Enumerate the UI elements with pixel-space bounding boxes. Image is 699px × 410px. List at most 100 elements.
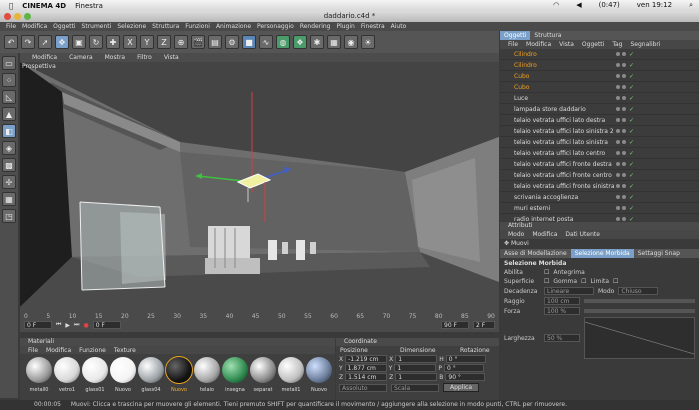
enabled-check-icon[interactable]: ✓ bbox=[629, 183, 634, 190]
materials-menu-item[interactable]: File bbox=[28, 347, 38, 354]
object-row[interactable]: telaio vetrata uffici fronte sinistra ✓ bbox=[500, 181, 699, 192]
enabled-check-icon[interactable]: ✓ bbox=[629, 139, 634, 146]
enabled-check-icon[interactable]: ✓ bbox=[629, 73, 634, 80]
render-dot[interactable] bbox=[622, 206, 626, 210]
menu-item[interactable]: Strumenti bbox=[82, 23, 112, 30]
tab-settaggi-snap[interactable]: Settaggi Snap bbox=[634, 249, 684, 258]
falloff-graph[interactable] bbox=[584, 317, 695, 359]
polygons-mode-icon[interactable]: ▲ bbox=[2, 107, 16, 121]
attributes-menu-item[interactable]: Dati Utente bbox=[565, 231, 600, 238]
x-axis-icon[interactable]: X bbox=[123, 35, 137, 49]
render-dot[interactable] bbox=[622, 63, 626, 67]
render-view-icon[interactable]: 🎬 bbox=[191, 35, 205, 49]
object-row[interactable]: Luce ✓ bbox=[500, 93, 699, 104]
rotate-icon[interactable]: ↻ bbox=[89, 35, 103, 49]
enabled-check-icon[interactable]: ✓ bbox=[629, 172, 634, 179]
viewport-menu-item[interactable]: Modifica bbox=[32, 54, 57, 61]
viewport-menu-item[interactable]: Camera bbox=[69, 54, 93, 61]
rotation-field[interactable]: 90 ° bbox=[445, 373, 486, 381]
material-swatch[interactable]: metall1 bbox=[276, 356, 304, 393]
wifi-icon[interactable]: ◠ bbox=[553, 1, 559, 10]
forza-field[interactable]: 100 % bbox=[544, 307, 580, 315]
object-row[interactable]: Cilindro ✓ bbox=[500, 49, 699, 60]
edges-mode-icon[interactable]: ◺ bbox=[2, 90, 16, 104]
material-swatch[interactable]: telaio bbox=[192, 356, 220, 393]
deformer-icon[interactable]: ✱ bbox=[310, 35, 324, 49]
menu-item[interactable]: Struttura bbox=[152, 23, 179, 30]
size-mode-select[interactable]: Scala bbox=[391, 383, 439, 392]
visibility-dot[interactable] bbox=[616, 184, 620, 188]
nurbs-icon[interactable]: ◍ bbox=[276, 35, 290, 49]
z-axis-icon[interactable]: Z bbox=[157, 35, 171, 49]
object-mode-icon[interactable]: ◈ bbox=[2, 141, 16, 155]
redo-icon[interactable]: ↷ bbox=[21, 35, 35, 49]
render-dot[interactable] bbox=[622, 74, 626, 78]
cube-icon[interactable]: ■ bbox=[242, 35, 256, 49]
menu-item[interactable]: Modifica bbox=[22, 23, 47, 30]
objects-menu-item[interactable]: Segnalibri bbox=[631, 41, 661, 48]
enabled-check-icon[interactable]: ✓ bbox=[629, 95, 634, 102]
attributes-menu-item[interactable]: Modifica bbox=[532, 231, 557, 238]
minimize-icon[interactable] bbox=[14, 13, 21, 20]
render-dot[interactable] bbox=[622, 85, 626, 89]
objects-menu-item[interactable]: Modifica bbox=[526, 41, 551, 48]
current-frame-field[interactable]: 2 F bbox=[473, 321, 495, 329]
spline-icon[interactable]: ∿ bbox=[259, 35, 273, 49]
viewport-menu-item[interactable]: Mostra bbox=[105, 54, 125, 61]
visibility-dot[interactable] bbox=[616, 162, 620, 166]
superficie-checkbox[interactable]: ☐ bbox=[544, 278, 549, 285]
object-row[interactable]: telaio vetrata uffici lato centro ✓ bbox=[500, 148, 699, 159]
visibility-dot[interactable] bbox=[616, 173, 620, 177]
object-row[interactable]: telaio vetrata uffici fronte destra ✓ bbox=[500, 159, 699, 170]
select-arrow-icon[interactable]: ➚ bbox=[38, 35, 52, 49]
enabled-check-icon[interactable]: ✓ bbox=[629, 194, 634, 201]
menu-item[interactable]: Personaggio bbox=[257, 23, 294, 30]
render-dot[interactable] bbox=[622, 118, 626, 122]
environment-icon[interactable]: ▦ bbox=[327, 35, 341, 49]
use-camera-icon[interactable]: ▭ bbox=[2, 56, 16, 70]
position-field[interactable]: -1.219 cm bbox=[345, 355, 388, 363]
undo-icon[interactable]: ↶ bbox=[4, 35, 18, 49]
object-row[interactable]: telaio vetrata uffici lato sinistra 2 ✓ bbox=[500, 126, 699, 137]
render-dot[interactable] bbox=[622, 173, 626, 177]
forza-slider[interactable] bbox=[584, 309, 695, 313]
render-dot[interactable] bbox=[622, 217, 626, 221]
render-dot[interactable] bbox=[622, 52, 626, 56]
record-icon[interactable]: ● bbox=[83, 322, 88, 329]
object-row[interactable]: telaio vetrata uffici fronte centro ✓ bbox=[500, 170, 699, 181]
render-dot[interactable] bbox=[622, 184, 626, 188]
decadenza-select[interactable]: Lineare bbox=[544, 287, 594, 295]
3d-viewport[interactable] bbox=[20, 62, 499, 312]
object-row[interactable]: telaio vetrata uffici lato sinistra ✓ bbox=[500, 137, 699, 148]
app-name[interactable]: CINEMA 4D bbox=[22, 2, 66, 10]
animation-mode-icon[interactable]: ◳ bbox=[2, 209, 16, 223]
material-swatch[interactable]: metall0 bbox=[24, 356, 52, 393]
menu-item[interactable]: Aiuto bbox=[391, 23, 407, 30]
axis-mode-icon[interactable]: ✢ bbox=[2, 175, 16, 189]
object-row[interactable]: Cilindro ✓ bbox=[500, 60, 699, 71]
menu-item[interactable]: Rendering bbox=[300, 23, 331, 30]
menu-item[interactable]: File bbox=[6, 23, 16, 30]
menu-item[interactable]: Plugin bbox=[336, 23, 354, 30]
modo-select[interactable]: Chiuso bbox=[618, 287, 659, 295]
enabled-check-icon[interactable]: ✓ bbox=[629, 128, 634, 135]
render-dot[interactable] bbox=[622, 107, 626, 111]
dimension-field[interactable]: 1 bbox=[395, 355, 438, 363]
y-axis-icon[interactable]: Y bbox=[140, 35, 154, 49]
enabled-check-icon[interactable]: ✓ bbox=[629, 84, 634, 91]
timeline[interactable]: 0 5 10 15 20 25 30 35 40 45 50 55 60 65 … bbox=[20, 312, 499, 332]
render-settings-icon[interactable]: ⚙ bbox=[225, 35, 239, 49]
visibility-dot[interactable] bbox=[616, 107, 620, 111]
next-keyframe-icon[interactable]: ⏭ bbox=[74, 321, 79, 329]
render-dot[interactable] bbox=[622, 140, 626, 144]
world-coords-icon[interactable]: ⊕ bbox=[174, 35, 188, 49]
end-frame-field[interactable]: 0 F bbox=[92, 321, 121, 329]
viewport-menu-item[interactable]: Vista bbox=[164, 54, 179, 61]
attributes-menu-item[interactable]: Modo bbox=[508, 231, 524, 238]
scale-icon[interactable]: ▣ bbox=[72, 35, 86, 49]
points-mode-icon[interactable]: ⁘ bbox=[2, 73, 16, 87]
visibility-dot[interactable] bbox=[616, 195, 620, 199]
total-frames-field[interactable]: 90 F bbox=[441, 321, 469, 329]
volume-icon[interactable]: ◀ bbox=[576, 1, 581, 10]
texture-mode-icon[interactable]: ▩ bbox=[2, 158, 16, 172]
